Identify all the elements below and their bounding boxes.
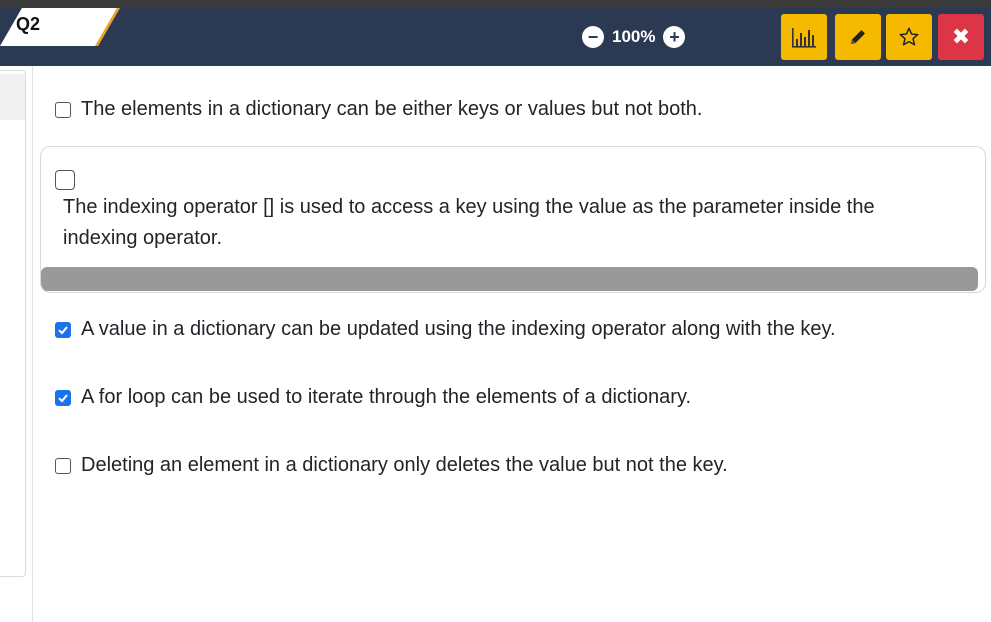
option-2-card[interactable]: The indexing operator [] is used to acce…	[40, 146, 986, 293]
zoom-out-icon[interactable]: −	[582, 26, 604, 48]
zoom-level: 100%	[612, 27, 656, 46]
pencil-icon	[851, 30, 865, 44]
option-3-text: A value in a dictionary can be updated u…	[81, 318, 836, 340]
option-2-checkbox[interactable]	[55, 170, 75, 190]
left-sidebar-panel	[0, 70, 26, 577]
checkmark-icon	[58, 325, 68, 334]
zoom-in-icon[interactable]: +	[663, 26, 686, 48]
option-4-text: A for loop can be used to iterate throug…	[81, 386, 692, 408]
checkmark-icon	[58, 393, 68, 402]
option-3[interactable]: A value in a dictionary can be updated u…	[55, 318, 836, 341]
content-divider	[32, 66, 33, 622]
option-5-text: Deleting an element in a dictionary only…	[81, 454, 728, 476]
star-outline-icon	[899, 27, 919, 46]
option-1-checkbox[interactable]	[55, 101, 71, 118]
option-5[interactable]: Deleting an element in a dictionary only…	[55, 454, 728, 477]
zoom-control: − 100% +	[582, 24, 686, 50]
option-1-text: The elements in a dictionary can be eith…	[81, 98, 703, 120]
stats-button[interactable]	[781, 14, 827, 60]
close-icon: ✖	[951, 24, 971, 49]
left-sidebar-item[interactable]	[0, 74, 25, 120]
close-button[interactable]: ✖	[938, 14, 984, 60]
option-5-checkbox[interactable]	[55, 457, 71, 474]
window-top-strip	[0, 0, 991, 8]
favorite-button[interactable]	[886, 14, 932, 60]
option-3-checkbox[interactable]	[55, 321, 71, 338]
edit-button[interactable]	[835, 14, 881, 60]
bar-chart-icon	[792, 28, 816, 48]
option-4-checkbox[interactable]	[55, 389, 71, 406]
option-2-text: The indexing operator [] is used to acce…	[63, 196, 875, 249]
option-1[interactable]: The elements in a dictionary can be eith…	[55, 98, 702, 121]
option-4[interactable]: A for loop can be used to iterate throug…	[55, 386, 691, 409]
question-tab-label: Q2	[16, 14, 41, 34]
horizontal-scrollbar[interactable]	[41, 267, 978, 291]
